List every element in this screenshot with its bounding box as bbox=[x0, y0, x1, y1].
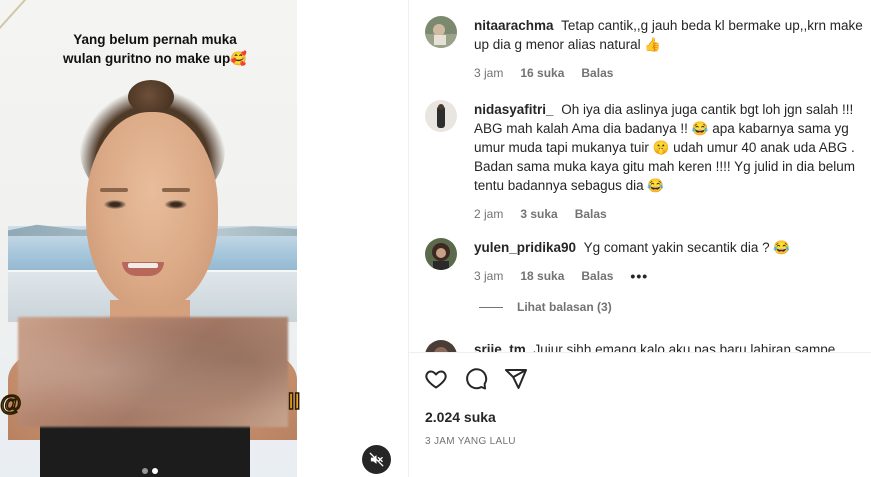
reply-button[interactable]: Balas bbox=[581, 267, 613, 286]
avatar-image-icon bbox=[425, 100, 457, 132]
watermark-left: @ bbox=[0, 390, 22, 417]
comment-likes[interactable]: 16 suka bbox=[520, 64, 564, 83]
speech-bubble-icon bbox=[466, 368, 488, 390]
post-timestamp[interactable]: 3 JAM YANG LALU bbox=[425, 436, 516, 447]
comment-username[interactable]: nitaarachma bbox=[474, 18, 554, 33]
blur-censor-box bbox=[18, 317, 288, 427]
comments-panel: nitaarachma Tetap cantik,,g jauh beda kl… bbox=[408, 0, 871, 477]
carousel-indicator bbox=[142, 468, 158, 474]
speaker-muted-icon bbox=[369, 452, 384, 467]
comment-username[interactable]: nidasyafitri_ bbox=[474, 102, 554, 117]
comment-likes[interactable]: 18 suka bbox=[520, 267, 564, 286]
avatar[interactable] bbox=[425, 238, 457, 270]
comment-body: sriie_tm Jujur sihh emang kalo aku pas b… bbox=[474, 340, 866, 352]
like-button[interactable] bbox=[423, 366, 449, 392]
post-media[interactable]: Yang belum pernah muka wulan guritno no … bbox=[0, 0, 408, 477]
left-eyebrow bbox=[100, 188, 128, 192]
comment-meta: 3 jam 18 suka Balas ••• bbox=[474, 267, 866, 286]
person-hair-bun bbox=[128, 80, 174, 114]
share-button[interactable] bbox=[503, 366, 529, 392]
section-divider bbox=[409, 352, 871, 353]
comment-body: yulen_pridika90 Yg comant yakin secantik… bbox=[474, 238, 866, 286]
avatar-image-icon bbox=[425, 16, 457, 48]
teeth bbox=[128, 263, 158, 268]
view-replies-line bbox=[479, 306, 503, 308]
comment-username[interactable]: sriie_tm bbox=[474, 342, 526, 352]
comment-time[interactable]: 3 jam bbox=[474, 64, 503, 83]
watermark-right: ll bbox=[287, 388, 301, 415]
right-eye bbox=[165, 200, 187, 209]
view-replies-button[interactable]: Lihat balasan (3) bbox=[479, 300, 612, 314]
post-likes-count[interactable]: 2.024 suka bbox=[425, 409, 496, 425]
avatar[interactable] bbox=[425, 340, 457, 352]
caption-line-2: wulan guritno no make up🥰 bbox=[62, 51, 248, 66]
avatar-image-icon bbox=[425, 340, 457, 352]
carousel-dot-active bbox=[152, 468, 158, 474]
comment-meta: 3 jam 16 suka Balas bbox=[474, 64, 866, 83]
comment-text: Jujur sihh emang kalo aku pas baru lahir… bbox=[533, 342, 836, 352]
person-face bbox=[86, 112, 218, 310]
avatar-image-icon bbox=[425, 238, 457, 270]
caption-line-1: Yang belum pernah muka bbox=[73, 32, 237, 47]
comment-time[interactable]: 2 jam bbox=[474, 205, 503, 224]
comment-meta: 2 jam 3 suka Balas bbox=[474, 205, 866, 224]
left-eye bbox=[104, 200, 126, 209]
avatar[interactable] bbox=[425, 100, 457, 132]
comment-text: Yg comant yakin secantik dia ? 😂 bbox=[583, 240, 791, 255]
comment-body: nitaarachma Tetap cantik,,g jauh beda kl… bbox=[474, 16, 866, 83]
mute-button[interactable] bbox=[362, 445, 391, 474]
comment-button[interactable] bbox=[463, 366, 489, 392]
reply-button[interactable]: Balas bbox=[575, 205, 607, 224]
video-caption: Yang belum pernah muka wulan guritno no … bbox=[40, 30, 270, 68]
right-eyebrow bbox=[162, 188, 190, 192]
heart-icon bbox=[425, 370, 447, 389]
comments-list[interactable]: nitaarachma Tetap cantik,,g jauh beda kl… bbox=[409, 0, 871, 352]
reply-button[interactable]: Balas bbox=[581, 64, 613, 83]
comment-likes[interactable]: 3 suka bbox=[520, 205, 557, 224]
view-replies-label: Lihat balasan (3) bbox=[517, 300, 612, 314]
comment-username[interactable]: yulen_pridika90 bbox=[474, 240, 576, 255]
avatar[interactable] bbox=[425, 16, 457, 48]
video-frame: Yang belum pernah muka wulan guritno no … bbox=[0, 0, 297, 477]
carousel-dot bbox=[142, 468, 148, 474]
post-actions bbox=[423, 366, 529, 392]
comment-time[interactable]: 3 jam bbox=[474, 267, 503, 286]
more-options-button[interactable]: ••• bbox=[630, 267, 648, 286]
paper-plane-icon bbox=[505, 369, 527, 389]
comment-body: nidasyafitri_ Oh iya dia aslinya juga ca… bbox=[474, 100, 866, 224]
